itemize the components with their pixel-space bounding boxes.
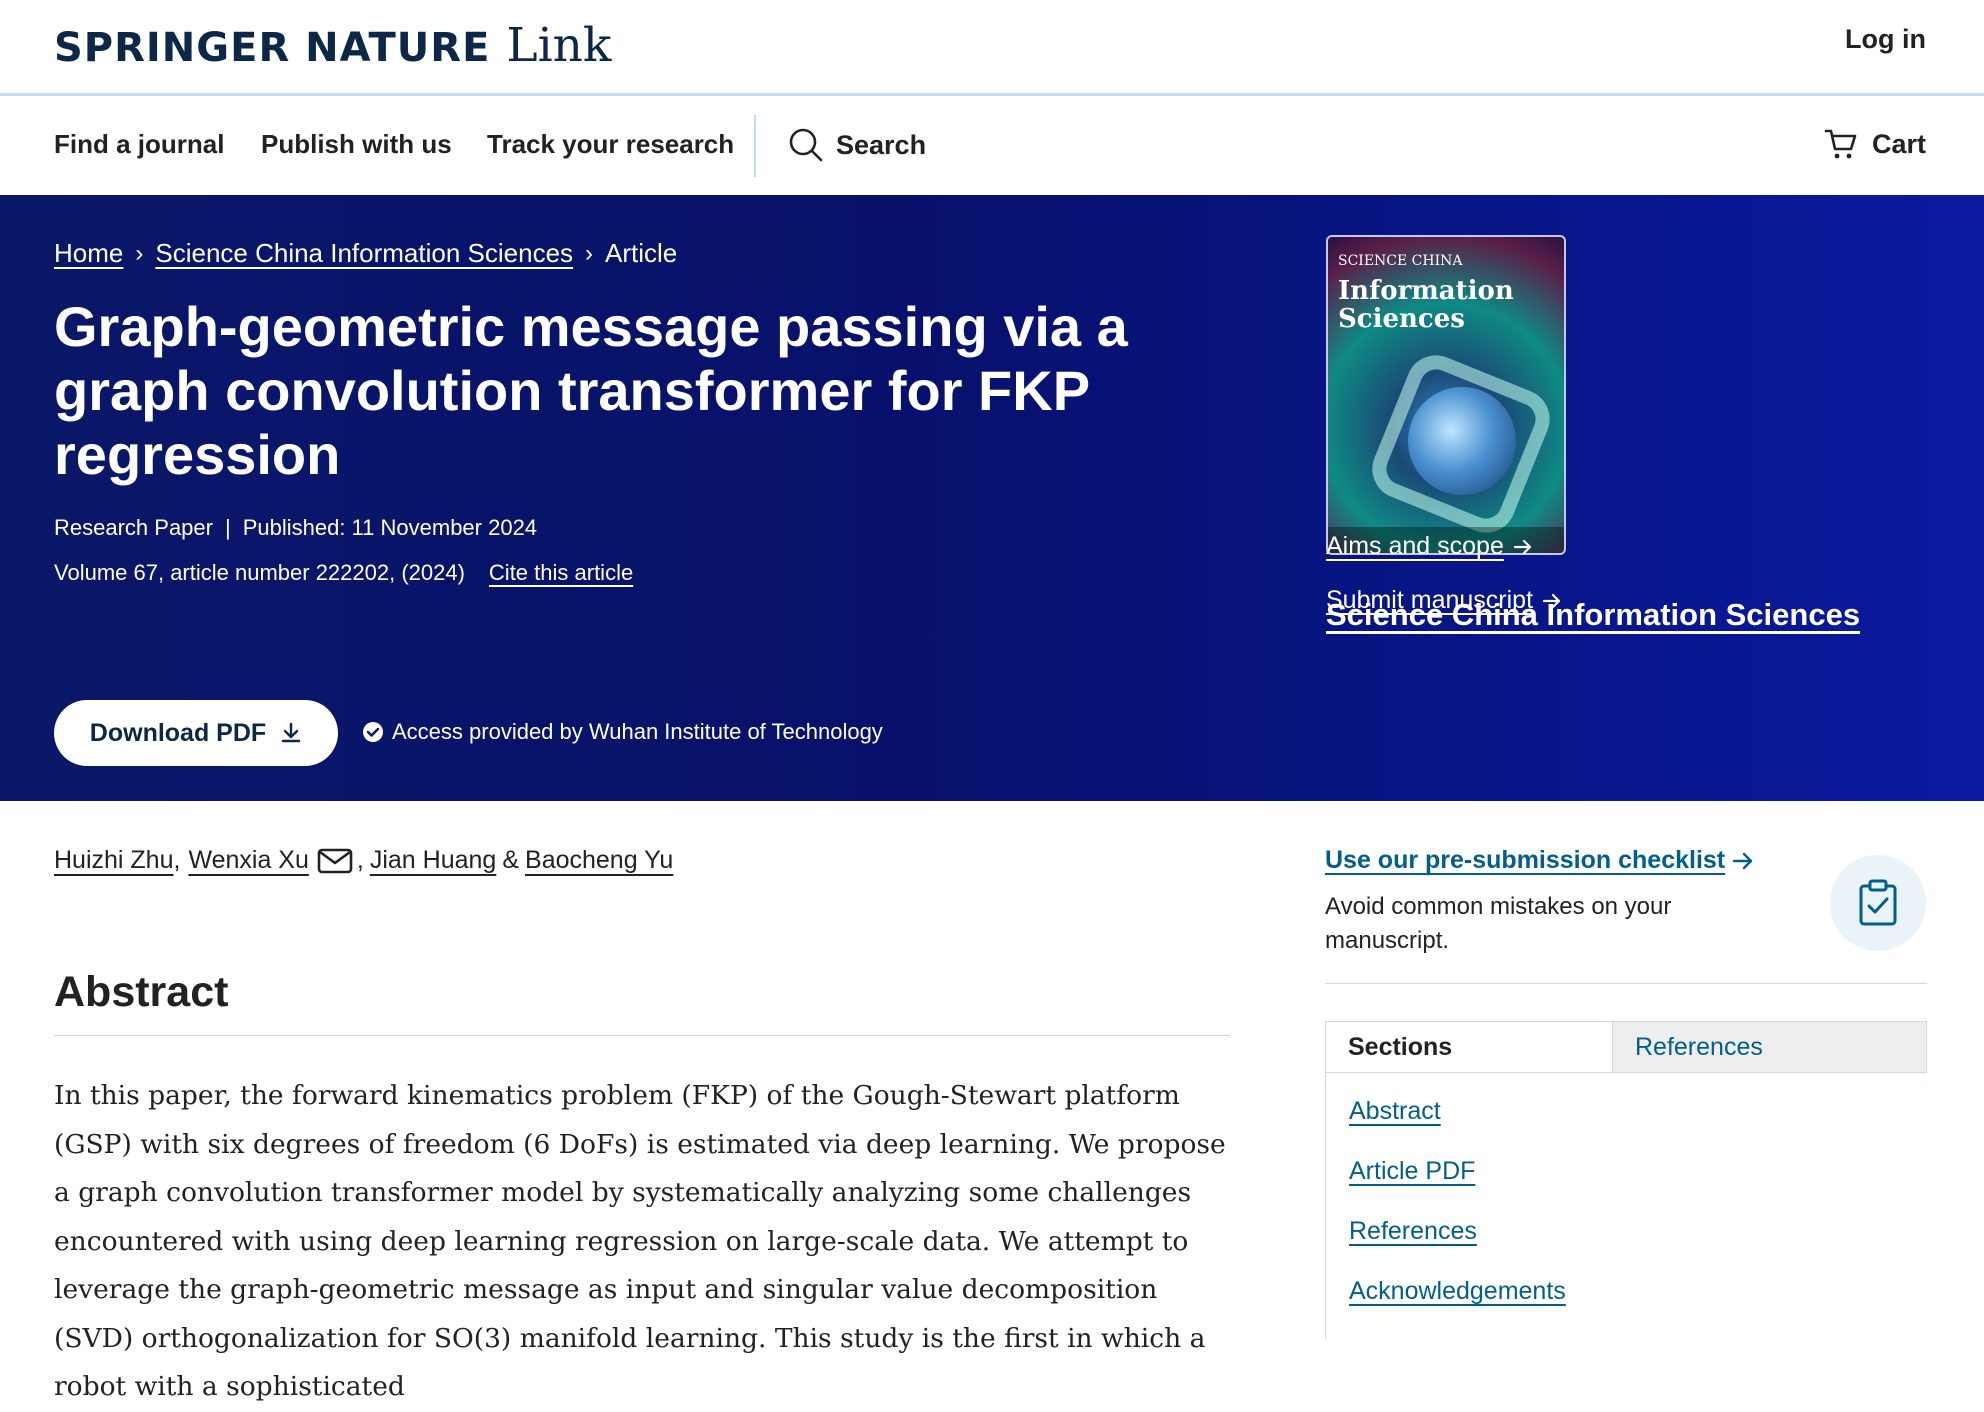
check-circle-icon xyxy=(363,722,383,742)
breadcrumb-home[interactable]: Home xyxy=(54,238,123,269)
article-citation-meta: Volume 67, article number 222202, (2024)… xyxy=(54,560,633,586)
cover-title-line-2: Sciences xyxy=(1338,304,1465,334)
access-notice: Access provided by Wuhan Institute of Te… xyxy=(362,719,883,745)
author-separator: , xyxy=(173,846,181,874)
section-link-references[interactable]: References xyxy=(1349,1217,1477,1246)
author-link[interactable]: Huizhi Zhu xyxy=(54,846,174,875)
clipboard-check-badge xyxy=(1830,855,1926,951)
author-separator: , xyxy=(356,846,364,874)
download-icon xyxy=(281,722,301,743)
email-icon[interactable] xyxy=(317,847,353,875)
sidebar-tabs: Sections References xyxy=(1325,1021,1927,1073)
submit-manuscript-link[interactable]: Submit manuscript xyxy=(1326,586,1563,615)
section-link-acknowledgements[interactable]: Acknowledgements xyxy=(1349,1277,1566,1306)
author-link[interactable]: Jian Huang xyxy=(370,846,496,875)
search-label: Search xyxy=(836,129,927,160)
cart-icon xyxy=(1824,129,1857,159)
chevron-right-icon: › xyxy=(135,239,144,267)
author-separator: & xyxy=(502,846,520,874)
top-bar: SPRINGER NATURE Link Log in xyxy=(0,0,1984,96)
volume-info: Volume 67, article number 222202, (2024) xyxy=(54,560,465,585)
aims-and-scope-label: Aims and scope xyxy=(1326,532,1504,560)
breadcrumb: Home › Science China Information Science… xyxy=(54,238,677,269)
arrow-right-icon xyxy=(1542,593,1561,608)
abstract-heading: Abstract xyxy=(54,968,229,1016)
abstract-divider xyxy=(54,1035,1230,1036)
nav-publish-with-us[interactable]: Publish with us xyxy=(261,129,452,160)
published-date: Published: 11 November 2024 xyxy=(242,515,538,540)
logo-brand-text: SPRINGER NATURE xyxy=(54,25,491,71)
section-link-article-pdf[interactable]: Article PDF xyxy=(1349,1157,1475,1186)
cover-title-line-1: Information xyxy=(1338,276,1514,306)
arrow-right-icon xyxy=(1513,539,1531,554)
download-pdf-label: Download PDF xyxy=(89,718,267,747)
cart-label: Cart xyxy=(1871,128,1926,159)
search-button[interactable]: Search xyxy=(788,127,926,163)
pre-submission-checklist-link[interactable]: Use our pre-submission checklist xyxy=(1325,846,1755,875)
aims-and-scope-link[interactable]: Aims and scope xyxy=(1326,532,1534,561)
tab-sections[interactable]: Sections xyxy=(1326,1022,1612,1072)
cart-button[interactable]: Cart xyxy=(1824,127,1926,161)
chevron-right-icon: › xyxy=(585,239,594,267)
download-pdf-button[interactable]: Download PDF xyxy=(54,700,338,766)
article-hero: Home › Science China Information Science… xyxy=(0,195,1984,801)
breadcrumb-journal[interactable]: Science China Information Sciences xyxy=(155,238,573,269)
sidebar-divider xyxy=(1325,983,1927,984)
article-meta: Research Paper | Published: 11 November … xyxy=(54,515,537,541)
logo-link-text: Link xyxy=(506,18,612,73)
section-link-abstract[interactable]: Abstract xyxy=(1349,1097,1441,1126)
cite-this-article-link[interactable]: Cite this article xyxy=(489,560,633,586)
submit-manuscript-label: Submit manuscript xyxy=(1326,586,1534,614)
breadcrumb-current: Article xyxy=(605,238,678,268)
meta-divider: | xyxy=(224,515,231,540)
search-icon xyxy=(789,128,823,162)
access-text: Access provided by Wuhan Institute of Te… xyxy=(392,719,883,744)
author-list: Huizhi Zhu , Wenxia Xu , Jian Huang & Ba… xyxy=(54,846,673,875)
cover-title: Information Sciences xyxy=(1338,277,1514,333)
nav-find-a-journal[interactable]: Find a journal xyxy=(54,129,224,160)
journal-cover-image[interactable]: SCIENCE CHINA Information Sciences xyxy=(1326,235,1566,555)
checklist-description: Avoid common mistakes on your manuscript… xyxy=(1325,893,1672,954)
cover-art-globe xyxy=(1408,387,1516,495)
main-nav: Find a journal Publish with us Track you… xyxy=(0,99,1984,195)
author-link[interactable]: Baocheng Yu xyxy=(525,846,673,875)
clipboard-check-icon xyxy=(1859,879,1897,926)
author-link[interactable]: Wenxia Xu xyxy=(188,846,308,875)
tab-references[interactable]: References xyxy=(1612,1022,1926,1072)
login-link[interactable]: Log in xyxy=(1845,24,1926,55)
cover-publisher: SCIENCE CHINA xyxy=(1338,253,1463,269)
arrow-right-icon xyxy=(1732,852,1753,869)
section-nav-list: Abstract Article PDF References Acknowle… xyxy=(1325,1073,1927,1339)
nav-track-your-research[interactable]: Track your research xyxy=(487,129,734,160)
checklist-link-label: Use our pre-submission checklist xyxy=(1325,846,1726,874)
springer-nature-link-logo[interactable]: SPRINGER NATURE Link xyxy=(54,18,611,74)
article-type: Research Paper xyxy=(54,515,213,540)
nav-divider xyxy=(754,115,756,177)
article-title: Graph-geometric message passing via a gr… xyxy=(54,295,1128,486)
abstract-body: In this paper, the forward kinematics pr… xyxy=(54,1080,1226,1402)
